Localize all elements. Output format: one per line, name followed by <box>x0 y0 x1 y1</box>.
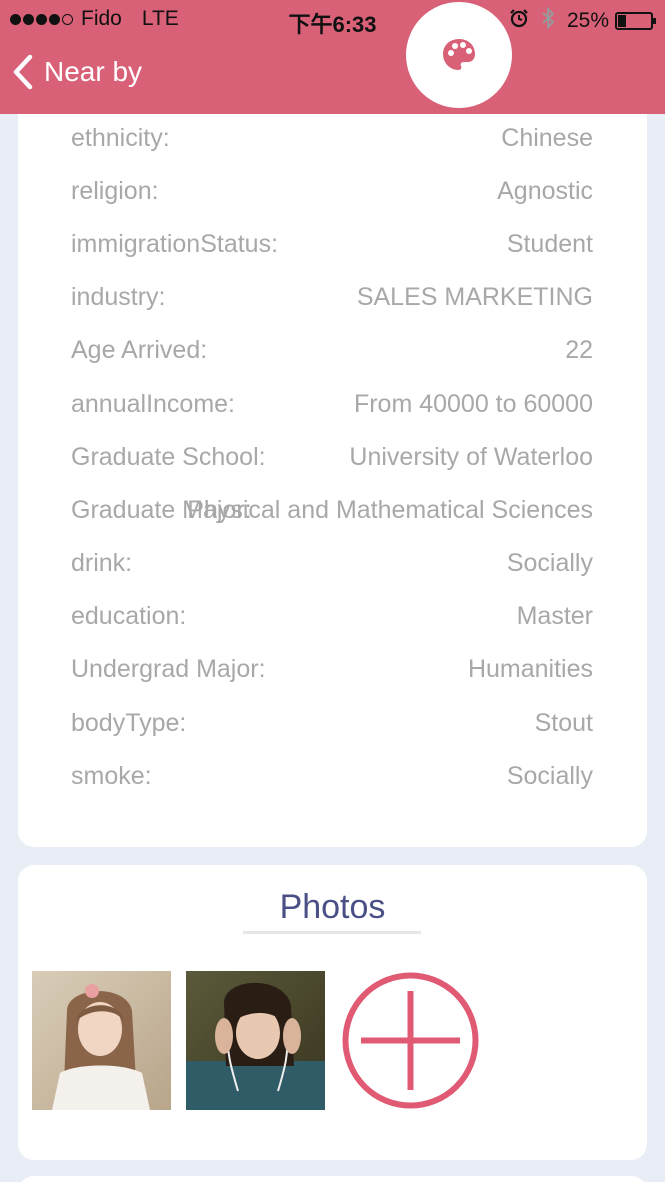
detail-label: immigrationStatus: <box>71 230 279 258</box>
detail-label: bodyType: <box>71 709 187 737</box>
add-photo-icon <box>342 972 479 1109</box>
add-photo-button[interactable] <box>341 971 480 1110</box>
detail-value: 22 <box>565 336 593 364</box>
chevron-left-icon <box>13 54 33 90</box>
status-bar: Fido LTE 下午6:33 25% <box>0 0 665 38</box>
detail-row: Age Arrived: 22 <box>71 336 593 376</box>
detail-row: Graduate Major: Physical and Mathematica… <box>71 496 593 536</box>
detail-value: Student <box>506 230 593 258</box>
detail-row: education: Master <box>71 602 593 642</box>
detail-value: Master <box>516 602 593 630</box>
detail-row: religion: Agnostic <box>71 177 593 217</box>
bluetooth-icon <box>541 6 555 35</box>
nav-header: Fido LTE 下午6:33 25% Near by <box>0 0 665 114</box>
detail-row: drink: Socially <box>71 549 593 589</box>
detail-row: ethnicity: Chinese <box>71 124 593 164</box>
detail-label: ethnicity: <box>71 124 170 152</box>
detail-value: Stout <box>534 709 593 737</box>
status-right: 25% <box>509 6 656 35</box>
photo-thumbnail[interactable] <box>186 971 325 1110</box>
detail-value: Socially <box>506 549 593 577</box>
detail-row: smoke: Socially <box>71 762 593 802</box>
next-card <box>18 1176 647 1182</box>
detail-label: industry: <box>71 283 166 311</box>
detail-value: Chinese <box>501 124 593 152</box>
detail-value: Agnostic <box>497 177 593 205</box>
detail-label: religion: <box>71 177 159 205</box>
detail-label: Age Arrived: <box>71 336 208 364</box>
photo-image <box>186 971 325 1110</box>
detail-value: Humanities <box>467 655 593 683</box>
detail-label: education: <box>71 602 187 630</box>
detail-label: Undergrad Major: <box>71 655 266 683</box>
detail-label: Graduate School: <box>71 443 266 471</box>
detail-value: SALES MARKETING <box>356 283 593 311</box>
profile-details-card: ethnicity: Chinese religion: Agnostic im… <box>18 90 647 847</box>
theme-button[interactable] <box>406 2 512 108</box>
photo-thumbnail[interactable] <box>32 971 171 1110</box>
photos-title-underline <box>243 931 421 934</box>
battery-level-fill <box>618 15 626 27</box>
palette-icon <box>443 39 475 70</box>
alarm-icon <box>509 8 529 34</box>
back-label: Near by <box>44 56 143 87</box>
detail-row: Graduate School: University of Waterloo <box>71 443 593 483</box>
photo-image <box>32 971 171 1110</box>
detail-row: Undergrad Major: Humanities <box>71 655 593 695</box>
detail-row: annualIncome: From 40000 to 60000 <box>71 390 593 430</box>
detail-label: annualIncome: <box>71 390 236 418</box>
back-button[interactable]: Near by <box>12 54 142 90</box>
detail-label: drink: <box>71 549 133 577</box>
detail-label: smoke: <box>71 762 152 790</box>
detail-row: bodyType: Stout <box>71 709 593 749</box>
detail-value: University of Waterloo <box>349 443 593 471</box>
photos-title: Photos <box>279 888 386 926</box>
detail-value: Physical and Mathematical Sciences <box>187 496 593 524</box>
detail-value: Socially <box>506 762 593 790</box>
photos-card: Photos <box>18 865 647 1160</box>
battery-percent: 25% <box>566 9 609 32</box>
detail-row: industry: SALES MARKETING <box>71 283 593 323</box>
detail-value: From 40000 to 60000 <box>353 390 593 418</box>
battery-icon <box>615 12 656 30</box>
detail-row: immigrationStatus: Student <box>71 230 593 270</box>
